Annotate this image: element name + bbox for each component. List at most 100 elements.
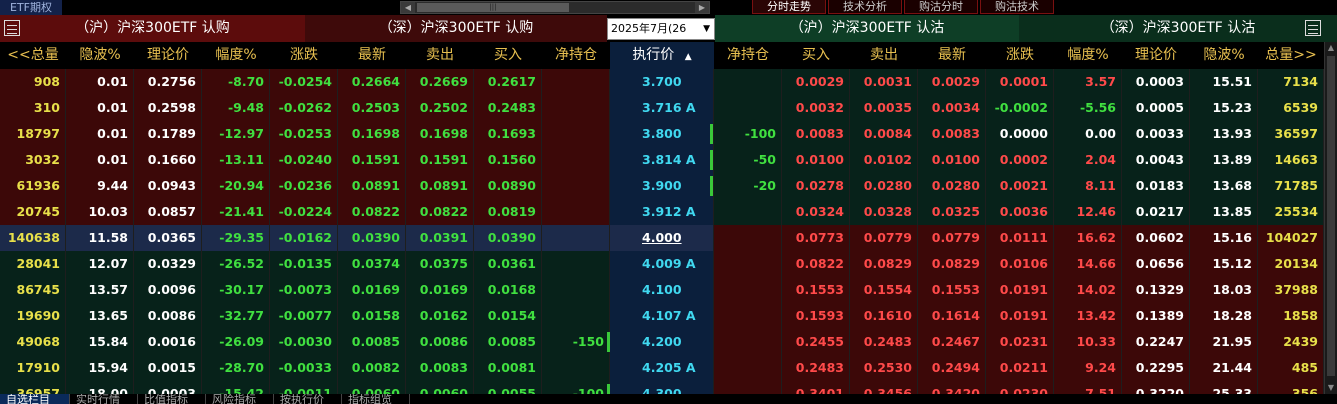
call-pct-cell[interactable]: -28.70: [202, 355, 270, 381]
col-call-pct[interactable]: 幅度%: [202, 42, 270, 69]
put-iv-cell[interactable]: 15.16: [1190, 225, 1258, 251]
call-bid-cell[interactable]: 0.0168: [474, 277, 542, 303]
put-bid-cell[interactable]: 0.0083: [782, 121, 850, 147]
call-chg-cell[interactable]: -0.0240: [270, 147, 338, 173]
scroll-up-icon[interactable]: ▲: [1325, 42, 1337, 54]
put-chg-cell[interactable]: 0.0021: [986, 173, 1054, 199]
call-theo-cell[interactable]: 0.0943: [134, 173, 202, 199]
strike-cell[interactable]: 4.200: [610, 329, 714, 355]
put-iv-cell[interactable]: 15.23: [1190, 95, 1258, 121]
col-put-chg[interactable]: 涨跌: [986, 42, 1054, 69]
call-theo-cell[interactable]: 0.0096: [134, 277, 202, 303]
call-pos-cell[interactable]: -100: [542, 381, 610, 394]
col-call-last[interactable]: 最新: [338, 42, 406, 69]
call-last-cell[interactable]: 0.0891: [338, 173, 406, 199]
put-bid-cell[interactable]: 0.0278: [782, 173, 850, 199]
call-bid-cell[interactable]: 0.0390: [474, 225, 542, 251]
call-bid-cell[interactable]: 0.2483: [474, 95, 542, 121]
call-iv-cell[interactable]: 15.94: [66, 355, 134, 381]
put-pos-cell[interactable]: [714, 225, 782, 251]
put-ask-cell[interactable]: 0.2483: [850, 329, 918, 355]
call-iv-cell[interactable]: 9.44: [66, 173, 134, 199]
call-ask-cell[interactable]: 0.0086: [406, 329, 474, 355]
call-chg-cell[interactable]: -0.0030: [270, 329, 338, 355]
tab-call-put-technical[interactable]: 购沽技术: [980, 0, 1054, 14]
call-last-cell[interactable]: 0.2503: [338, 95, 406, 121]
put-ask-cell[interactable]: 0.1554: [850, 277, 918, 303]
call-last-cell[interactable]: 0.1698: [338, 121, 406, 147]
col-put-volume[interactable]: 总量>>: [1258, 42, 1324, 69]
put-last-cell[interactable]: 0.0779: [918, 225, 986, 251]
put-pct-cell[interactable]: 10.33: [1054, 329, 1122, 355]
tab-intraday[interactable]: 分时走势: [752, 0, 826, 14]
call-theo-cell[interactable]: 0.1789: [134, 121, 202, 147]
put-iv-cell[interactable]: 25.33: [1190, 381, 1258, 394]
call-bid-cell[interactable]: 0.2617: [474, 69, 542, 95]
call-bid-cell[interactable]: 0.0361: [474, 251, 542, 277]
put-ask-cell[interactable]: 0.0084: [850, 121, 918, 147]
put-theo-cell[interactable]: 0.2247: [1122, 329, 1190, 355]
scroll-down-icon[interactable]: ▼: [1325, 382, 1337, 394]
call-pct-cell[interactable]: -26.09: [202, 329, 270, 355]
put-theo-cell[interactable]: 0.0656: [1122, 251, 1190, 277]
call-vol-cell[interactable]: 18797: [0, 121, 66, 147]
put-ask-cell[interactable]: 0.0102: [850, 147, 918, 173]
call-ask-cell[interactable]: 0.0822: [406, 199, 474, 225]
put-iv-cell[interactable]: 18.03: [1190, 277, 1258, 303]
put-ask-cell[interactable]: 0.0328: [850, 199, 918, 225]
put-pos-cell[interactable]: [714, 251, 782, 277]
put-pct-cell[interactable]: 14.02: [1054, 277, 1122, 303]
strike-cell[interactable]: 4.009 A: [610, 251, 714, 277]
call-chg-cell[interactable]: -0.0224: [270, 199, 338, 225]
call-pos-cell[interactable]: [542, 355, 610, 381]
sort-ascending-icon[interactable]: ▲: [685, 52, 692, 62]
strike-cell[interactable]: 3.900: [610, 173, 714, 199]
col-put-last[interactable]: 最新: [918, 42, 986, 69]
call-last-cell[interactable]: 0.0374: [338, 251, 406, 277]
put-theo-cell[interactable]: 0.0217: [1122, 199, 1190, 225]
table-row[interactable]: 3032 0.01 0.1660 -13.11 -0.0240 0.1591 0.1591 0…: [0, 147, 1324, 173]
call-theo-cell[interactable]: 0.2756: [134, 69, 202, 95]
put-pct-cell[interactable]: 14.66: [1054, 251, 1122, 277]
call-bid-cell[interactable]: 0.0081: [474, 355, 542, 381]
put-pos-cell[interactable]: [714, 95, 782, 121]
put-last-cell[interactable]: 0.0034: [918, 95, 986, 121]
put-chg-cell[interactable]: -0.0002: [986, 95, 1054, 121]
col-put-iv[interactable]: 隐波%: [1190, 42, 1258, 69]
call-chg-cell[interactable]: -0.0254: [270, 69, 338, 95]
put-chg-cell[interactable]: 0.0036: [986, 199, 1054, 225]
table-row[interactable]: 140638 11.58 0.0365 -29.35 -0.0162 0.0390 0.03…: [0, 225, 1324, 251]
put-pct-cell[interactable]: 7.51: [1054, 381, 1122, 394]
put-vol-cell[interactable]: 36597: [1258, 121, 1324, 147]
call-theo-cell[interactable]: 0.2598: [134, 95, 202, 121]
call-ask-cell[interactable]: 0.0375: [406, 251, 474, 277]
col-call-pos[interactable]: 净持仓: [542, 42, 610, 69]
put-vol-cell[interactable]: 37988: [1258, 277, 1324, 303]
col-call-theo[interactable]: 理论价: [134, 42, 202, 69]
put-bid-cell[interactable]: 0.0324: [782, 199, 850, 225]
put-iv-cell[interactable]: 13.93: [1190, 121, 1258, 147]
call-bid-cell[interactable]: 0.0055: [474, 381, 542, 394]
put-vol-cell[interactable]: 6539: [1258, 95, 1324, 121]
etf-options-tab[interactable]: ETF期权: [0, 0, 62, 15]
strike-cell[interactable]: 4.205 A: [610, 355, 714, 381]
put-last-cell[interactable]: 0.1614: [918, 303, 986, 329]
call-pct-cell[interactable]: -29.35: [202, 225, 270, 251]
put-chg-cell[interactable]: 0.0231: [986, 329, 1054, 355]
scroll-right-icon[interactable]: ▶: [695, 2, 709, 13]
table-row[interactable]: 49068 15.84 0.0016 -26.09 -0.0030 0.0085 0.008…: [0, 329, 1324, 355]
put-vol-cell[interactable]: 485: [1258, 355, 1324, 381]
put-ask-cell[interactable]: 0.2530: [850, 355, 918, 381]
put-iv-cell[interactable]: 21.44: [1190, 355, 1258, 381]
call-ask-cell[interactable]: 0.0083: [406, 355, 474, 381]
call-iv-cell[interactable]: 12.07: [66, 251, 134, 277]
call-ask-cell[interactable]: 0.1591: [406, 147, 474, 173]
call-bid-cell[interactable]: 0.0890: [474, 173, 542, 199]
put-theo-cell[interactable]: 0.1329: [1122, 277, 1190, 303]
col-put-pct[interactable]: 幅度%: [1054, 42, 1122, 69]
put-theo-cell[interactable]: 0.0033: [1122, 121, 1190, 147]
put-pos-cell[interactable]: [714, 69, 782, 95]
put-vol-cell[interactable]: 20134: [1258, 251, 1324, 277]
put-last-cell[interactable]: 0.0829: [918, 251, 986, 277]
tab-call-put-intraday[interactable]: 购沽分时: [904, 0, 978, 14]
